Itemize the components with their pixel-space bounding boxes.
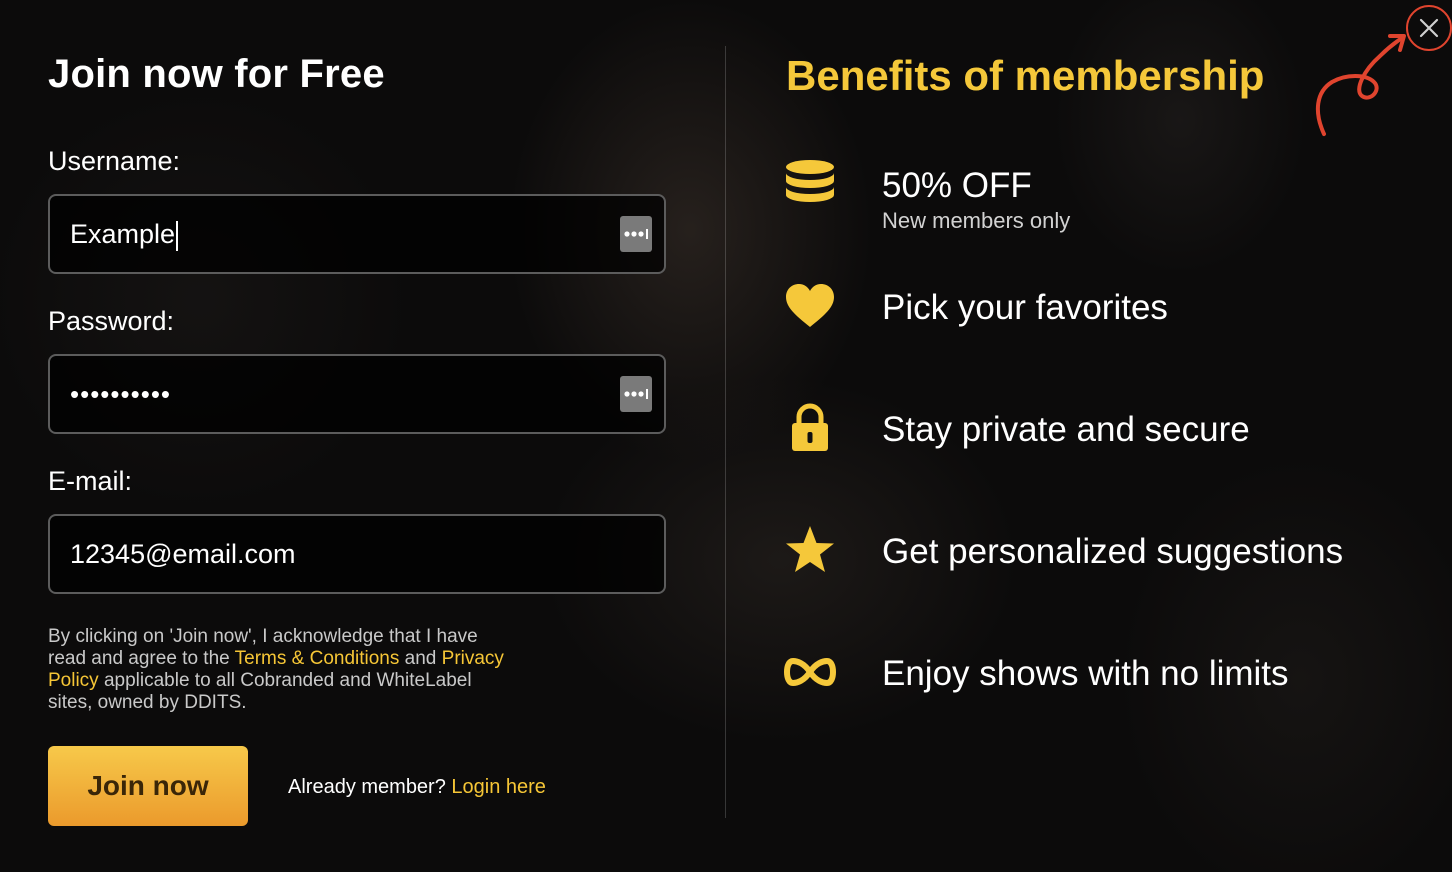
benefit-subtext: New members only — [882, 208, 1071, 233]
benefit-text: Pick your favorites — [882, 288, 1168, 327]
benefit-item-suggestions: Get personalized suggestions — [784, 524, 1424, 584]
infinity-icon — [784, 646, 836, 698]
benefit-item-favorites: Pick your favorites — [784, 280, 1424, 340]
join-now-button[interactable]: Join now — [48, 746, 248, 826]
password-value: •••••••••• — [70, 379, 172, 409]
text-caret — [176, 220, 179, 251]
close-icon — [1419, 18, 1439, 38]
benefit-item-discount: 50% OFF New members only — [784, 158, 1424, 233]
benefits-title: Benefits of membership — [786, 52, 1265, 99]
password-manager-icon[interactable] — [620, 376, 652, 412]
close-button[interactable] — [1406, 5, 1452, 51]
benefit-text: Enjoy shows with no limits — [882, 654, 1289, 693]
consent-text: By clicking on 'Join now', I acknowledge… — [48, 626, 504, 713]
username-value: Example — [70, 196, 179, 272]
email-label: E-mail: — [48, 466, 133, 496]
username-field[interactable]: Example — [48, 194, 666, 274]
form-title: Join now for Free — [48, 52, 385, 96]
terms-link[interactable]: Terms & Conditions — [235, 648, 400, 669]
benefit-text: Stay private and secure — [882, 410, 1250, 449]
email-value: 12345@email.com — [70, 539, 296, 569]
login-prompt: Already member? Login here — [288, 776, 546, 799]
annotation-arrow-icon — [1315, 34, 1406, 136]
already-member-text: Already member? — [288, 776, 446, 798]
password-field[interactable]: •••••••••• — [48, 354, 666, 434]
heart-icon — [784, 280, 836, 332]
login-link[interactable]: Login here — [451, 776, 546, 798]
lock-icon — [784, 402, 836, 454]
benefit-item-no-limits: Enjoy shows with no limits — [784, 646, 1424, 706]
benefit-item-privacy: Stay private and secure — [784, 402, 1424, 462]
username-label: Username: — [48, 146, 181, 176]
password-manager-icon[interactable] — [620, 216, 652, 252]
email-field[interactable]: 12345@email.com — [48, 514, 666, 594]
coins-stack-icon — [784, 158, 836, 210]
benefit-text: 50% OFF — [882, 166, 1032, 205]
benefit-text: Get personalized suggestions — [882, 532, 1344, 571]
star-icon — [784, 524, 836, 576]
password-label: Password: — [48, 306, 175, 336]
column-divider — [725, 46, 726, 818]
